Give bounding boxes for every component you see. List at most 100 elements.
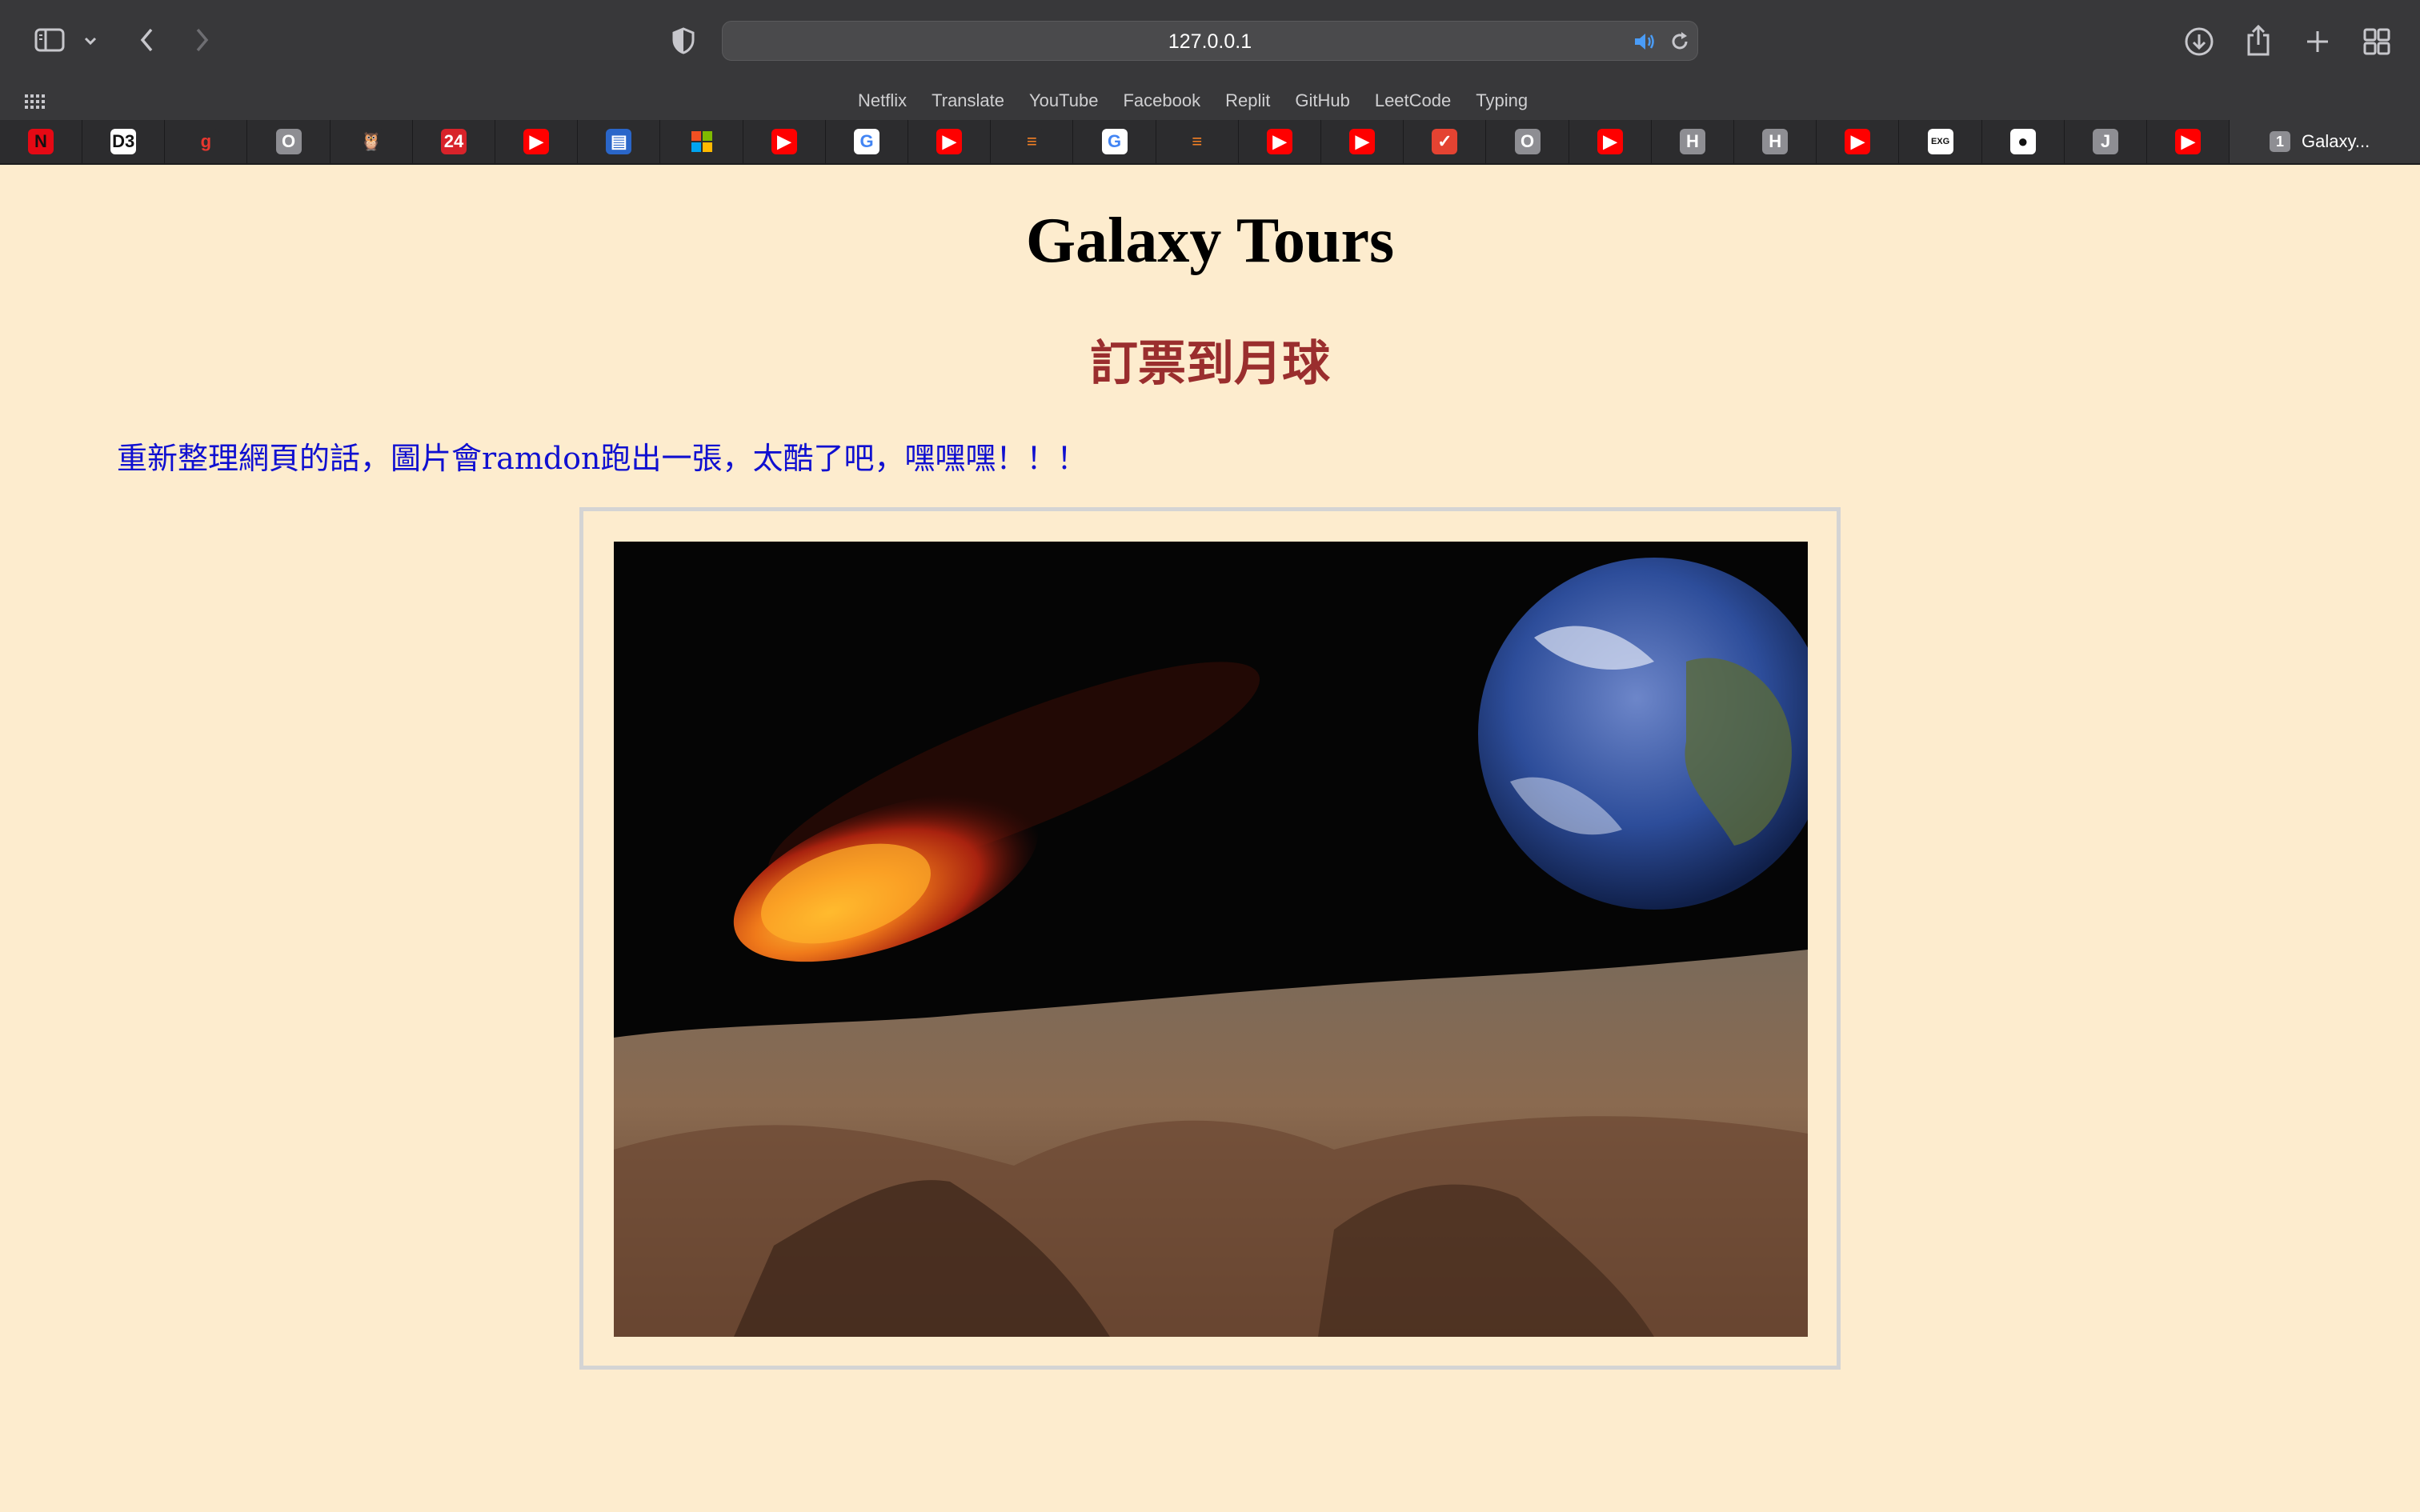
privacy-report-button[interactable] (667, 24, 699, 58)
pinned-tab[interactable]: ▶ (908, 120, 992, 163)
pinned-tab[interactable]: ▶ (1569, 120, 1652, 163)
page-subtitle: 訂票到月球 (1090, 336, 1330, 392)
pinned-tab[interactable]: ✓ (1404, 120, 1487, 163)
speaker-icon (1635, 34, 1654, 50)
pinned-tab[interactable]: H (1734, 120, 1817, 163)
letter-h-icon: H (1762, 129, 1789, 154)
youtube-icon: ▶ (1267, 129, 1292, 154)
page-note: 重新整理網頁的話，圖片會ramdon跑出一張，太酷了吧，嘿嘿嘿！！！ (117, 441, 1088, 476)
pinned-tab[interactable]: ▤ (578, 120, 661, 163)
page-title: Galaxy Tours (1025, 206, 1395, 276)
pinned-tab[interactable]: O (1487, 120, 1569, 163)
pinned-tab[interactable]: N (0, 120, 82, 163)
tab-badge: 1 (2270, 131, 2290, 152)
letter-o-icon: O (1514, 129, 1541, 154)
downloads-button[interactable] (2182, 24, 2217, 59)
address-bar[interactable]: 127.0.0.1 (722, 21, 1698, 61)
bookmark-leetcode[interactable]: LeetCode (1375, 82, 1451, 120)
pinned-tab[interactable]: ≡ (991, 120, 1074, 163)
pinned-tab[interactable]: J (2065, 120, 2147, 163)
address-text: 127.0.0.1 (1168, 30, 1252, 53)
sidebar-toggle-button[interactable] (32, 24, 67, 56)
forward-button[interactable] (186, 22, 218, 58)
bookmark-replit[interactable]: Replit (1225, 82, 1270, 120)
pinned-tab[interactable]: G (1074, 120, 1156, 163)
google-icon: G (854, 129, 879, 154)
pinned-tab[interactable]: ▶ (1817, 120, 1900, 163)
pinned-tab[interactable] (661, 120, 743, 163)
share-icon (2247, 24, 2270, 56)
bookmark-translate[interactable]: Translate (932, 82, 1004, 120)
share-button[interactable] (2241, 21, 2276, 59)
pinned-tab[interactable]: g (165, 120, 248, 163)
github-icon: ● (2009, 129, 2036, 154)
youtube-icon: ▶ (1845, 129, 1871, 154)
tab-group-dropdown-button[interactable] (80, 30, 101, 51)
favorites-grid-button[interactable] (22, 90, 46, 112)
active-tab[interactable]: 1 Galaxy... (2230, 120, 2420, 163)
pinned-tab[interactable]: O (248, 120, 331, 163)
tab-overview-button[interactable] (2359, 24, 2394, 59)
google-icon: G (1101, 129, 1128, 154)
stackoverflow-icon: ≡ (1019, 129, 1045, 154)
pinned-tab[interactable]: ▶ (2147, 120, 2230, 163)
plus-icon (2307, 31, 2328, 52)
pinned-tab[interactable]: ▶ (1321, 120, 1404, 163)
youtube-icon: ▶ (1349, 129, 1376, 154)
bookmark-youtube[interactable]: YouTube (1029, 82, 1098, 120)
d3-icon: D3 (110, 129, 137, 154)
youtube-icon: ▶ (1597, 129, 1623, 154)
chevron-down-icon (84, 37, 97, 46)
pinned-tab[interactable]: 🦉 (331, 120, 413, 163)
pinned-tab[interactable]: ▶ (495, 120, 579, 163)
tab-strip: N D3 g O 🦉 24 ▶ ▤ ▶ G ▶ ≡ G ≡ ▶ ▶ ✓ O ▶ H H ▶ EXG ● J ▶ 1 Galaxy.… (0, 120, 2420, 165)
chevron-left-icon (140, 28, 153, 52)
pinned-tab[interactable]: G (826, 120, 908, 163)
reload-button[interactable] (1667, 30, 1693, 54)
bookmark-typing[interactable]: Typing (1476, 82, 1528, 120)
pinned-tab[interactable]: 24 (413, 120, 495, 163)
youtube-icon: ▶ (936, 129, 963, 154)
new-tab-button[interactable] (2300, 24, 2335, 59)
bookmark-netflix[interactable]: Netflix (858, 82, 907, 120)
pinned-tab[interactable]: ▶ (743, 120, 826, 163)
netflix-icon: N (28, 129, 54, 154)
shield-icon (672, 27, 695, 54)
youtube-icon: ▶ (771, 129, 797, 154)
download-icon (2185, 27, 2214, 56)
microsoft-icon (688, 129, 715, 154)
stackoverflow-icon: ≡ (1184, 129, 1210, 154)
exg-icon: EXG (1927, 129, 1953, 154)
back-button[interactable] (131, 22, 163, 58)
bookmark-github[interactable]: GitHub (1295, 82, 1349, 120)
apps-grid-icon (25, 94, 45, 109)
letter-o-icon: O (275, 129, 302, 154)
24-icon: 24 (441, 129, 467, 154)
app-blue-icon: ▤ (606, 129, 632, 154)
g-logo-icon: g (193, 129, 219, 154)
letter-j-icon: J (2093, 129, 2118, 154)
youtube-icon: ▶ (523, 129, 550, 154)
todoist-icon: ✓ (1432, 129, 1458, 154)
web-page: Galaxy Tours 訂票到月球 重新整理網頁的話，圖片會ramdon跑出一… (0, 165, 2420, 1512)
active-tab-title: Galaxy... (2302, 131, 2370, 151)
pinned-tab[interactable]: D3 (82, 120, 166, 163)
audio-playing-button[interactable] (1632, 30, 1657, 54)
pinned-tab[interactable]: H (1652, 120, 1734, 163)
owl-icon: 🦉 (358, 129, 384, 154)
pinned-tab[interactable]: EXG (1900, 120, 1982, 163)
reload-icon (1672, 32, 1688, 50)
image-frame (579, 507, 1841, 1370)
chevron-right-icon (196, 28, 209, 52)
sidebar-icon (34, 28, 65, 52)
browser-toolbar: 127.0.0.1 (0, 0, 2420, 82)
pinned-tab[interactable]: ● (1982, 120, 2065, 163)
grid-icon (2363, 28, 2390, 55)
pinned-tab[interactable]: ≡ (1156, 120, 1239, 163)
pinned-tab[interactable]: ▶ (1239, 120, 1321, 163)
moon-landscape-image (614, 542, 1808, 1337)
bookmark-facebook[interactable]: Facebook (1123, 82, 1200, 120)
youtube-icon: ▶ (2175, 129, 2202, 154)
favorites-bar: Netflix Translate YouTube Facebook Repli… (0, 82, 2420, 120)
bookmark-list: Netflix Translate YouTube Facebook Repli… (858, 82, 1553, 120)
